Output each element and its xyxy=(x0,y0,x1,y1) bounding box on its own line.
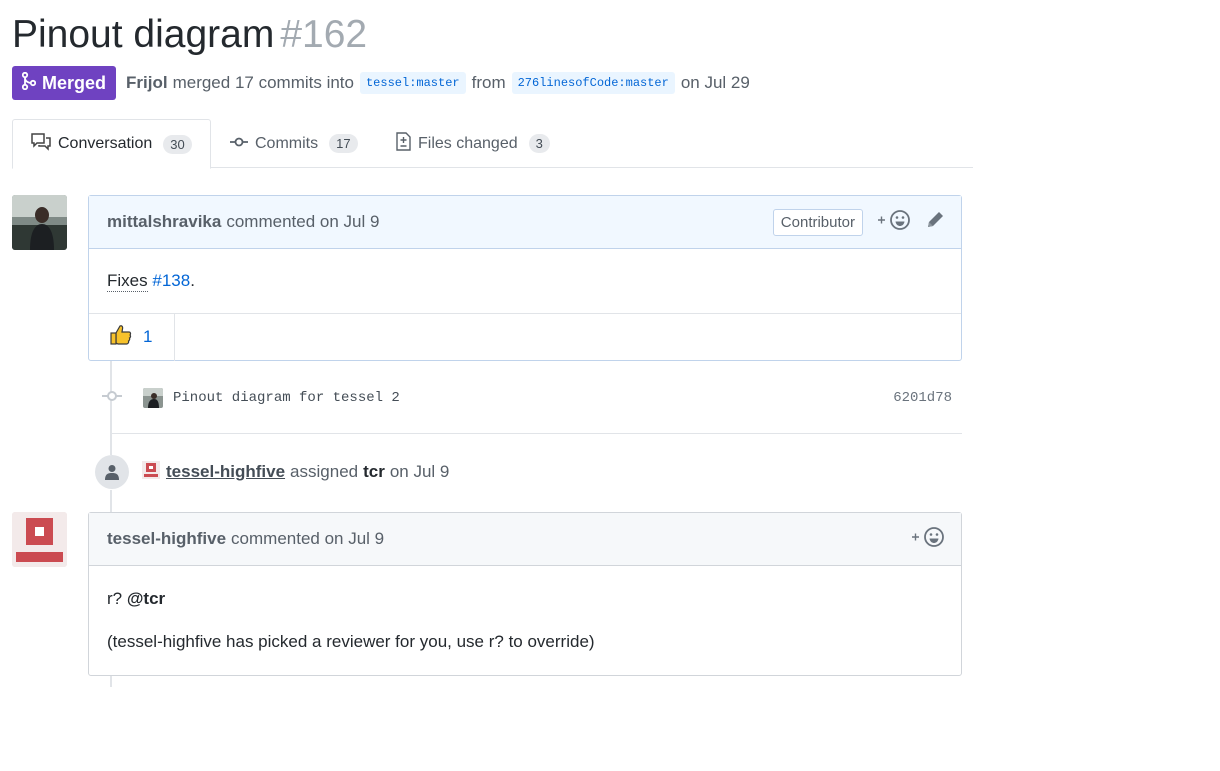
comment-timestamp[interactable]: commented on Jul 9 xyxy=(231,529,384,549)
event-actor-link[interactable]: tessel-highfive xyxy=(166,462,285,482)
event-action: assigned xyxy=(290,462,359,481)
reaction-thumbs-up[interactable]: 1 xyxy=(89,313,175,361)
tab-commits-label: Commits xyxy=(255,134,319,152)
tab-files-changed[interactable]: Files changed 3 xyxy=(378,119,568,168)
user-mention-link[interactable]: @tcr xyxy=(127,589,165,608)
comment-line: r? @tcr xyxy=(107,589,943,609)
comment-body-tail: . xyxy=(190,271,195,290)
avatar[interactable] xyxy=(12,195,67,250)
file-diff-icon xyxy=(396,131,411,156)
review-prefix: r? xyxy=(107,589,123,608)
tab-conversation-count: 30 xyxy=(163,134,192,154)
event-assignee-link[interactable]: tcr xyxy=(363,462,385,482)
assigned-event: tessel-highfive assigned tcr on Jul 9 xyxy=(95,454,449,490)
comment-author-link[interactable]: tessel-highfive xyxy=(107,529,226,549)
comment-line: (tessel-highfive has picked a reviewer f… xyxy=(107,632,595,651)
pr-author-link[interactable]: Frijol xyxy=(126,73,168,93)
merge-date: on Jul 29 xyxy=(680,73,750,92)
tab-commits[interactable]: Commits 17 xyxy=(212,119,376,168)
merge-icon xyxy=(21,71,37,95)
tab-commits-count: 17 xyxy=(329,134,358,153)
merged-label: Merged xyxy=(42,72,107,93)
tab-files-label: Files changed xyxy=(418,134,518,152)
issue-link[interactable]: #138 xyxy=(152,271,190,291)
contributor-badge: Contributor xyxy=(772,209,863,236)
comment-body: r? @tcr (tessel-highfive has picked a re… xyxy=(89,589,961,652)
merged-badge: Merged xyxy=(12,66,117,100)
person-icon xyxy=(95,455,129,489)
pr-title-text: Pinout diagram xyxy=(12,13,275,56)
git-commit-icon xyxy=(100,389,124,408)
comment-card: mittalshravika commented on Jul 9 Contri… xyxy=(88,195,962,361)
highfive-small-avatar[interactable] xyxy=(142,460,160,484)
head-branch[interactable]: 276linesofCode:master xyxy=(511,72,675,94)
commit-message-link[interactable]: Pinout diagram for tessel 2 xyxy=(173,390,400,406)
comment-body: Fixes #138. xyxy=(89,249,961,313)
pr-number: #162 xyxy=(280,13,368,56)
from-text: from xyxy=(471,73,506,92)
tab-conversation-label: Conversation xyxy=(58,135,153,152)
comment-card: tessel-highfive commented on Jul 9 r? @t… xyxy=(88,512,962,676)
merged-text: merged 17 commits into xyxy=(172,73,354,92)
event-date[interactable]: on Jul 9 xyxy=(390,462,450,482)
comment-header: mittalshravika commented on Jul 9 Contri… xyxy=(89,196,961,249)
comment-author-link[interactable]: mittalshravika xyxy=(107,212,221,232)
page-title: Pinout diagram #162 xyxy=(12,12,367,58)
timeline-divider xyxy=(112,433,962,434)
base-branch[interactable]: tessel:master xyxy=(359,72,466,94)
commit-sha-link[interactable]: 6201d78 xyxy=(893,390,952,406)
timeline-line xyxy=(110,490,112,513)
timeline-line xyxy=(110,675,112,687)
fixes-keyword: Fixes xyxy=(107,270,148,292)
pencil-icon[interactable] xyxy=(925,210,945,235)
tab-files-count: 3 xyxy=(528,134,550,153)
commit-avatar[interactable] xyxy=(143,388,163,408)
add-reaction-icon[interactable] xyxy=(877,209,911,236)
commit-row: Pinout diagram for tessel 2 6201d78 xyxy=(100,378,962,418)
comment-timestamp[interactable]: commented on Jul 9 xyxy=(226,212,379,232)
tab-conversation[interactable]: Conversation 30 xyxy=(12,119,211,169)
add-reaction-icon[interactable] xyxy=(911,526,945,553)
pr-tabs: Conversation 30 Commits 17 Files changed… xyxy=(12,119,973,169)
reaction-count: 1 xyxy=(143,327,153,346)
comment-discussion-icon xyxy=(31,132,51,156)
thumbs-up-icon xyxy=(109,323,133,352)
git-commit-icon xyxy=(230,135,248,153)
comment-header: tessel-highfive commented on Jul 9 xyxy=(89,513,961,566)
avatar[interactable] xyxy=(12,512,67,567)
pr-meta: Merged Frijol merged 17 commits into tes… xyxy=(12,66,750,100)
reactions-bar: 1 xyxy=(89,313,961,361)
